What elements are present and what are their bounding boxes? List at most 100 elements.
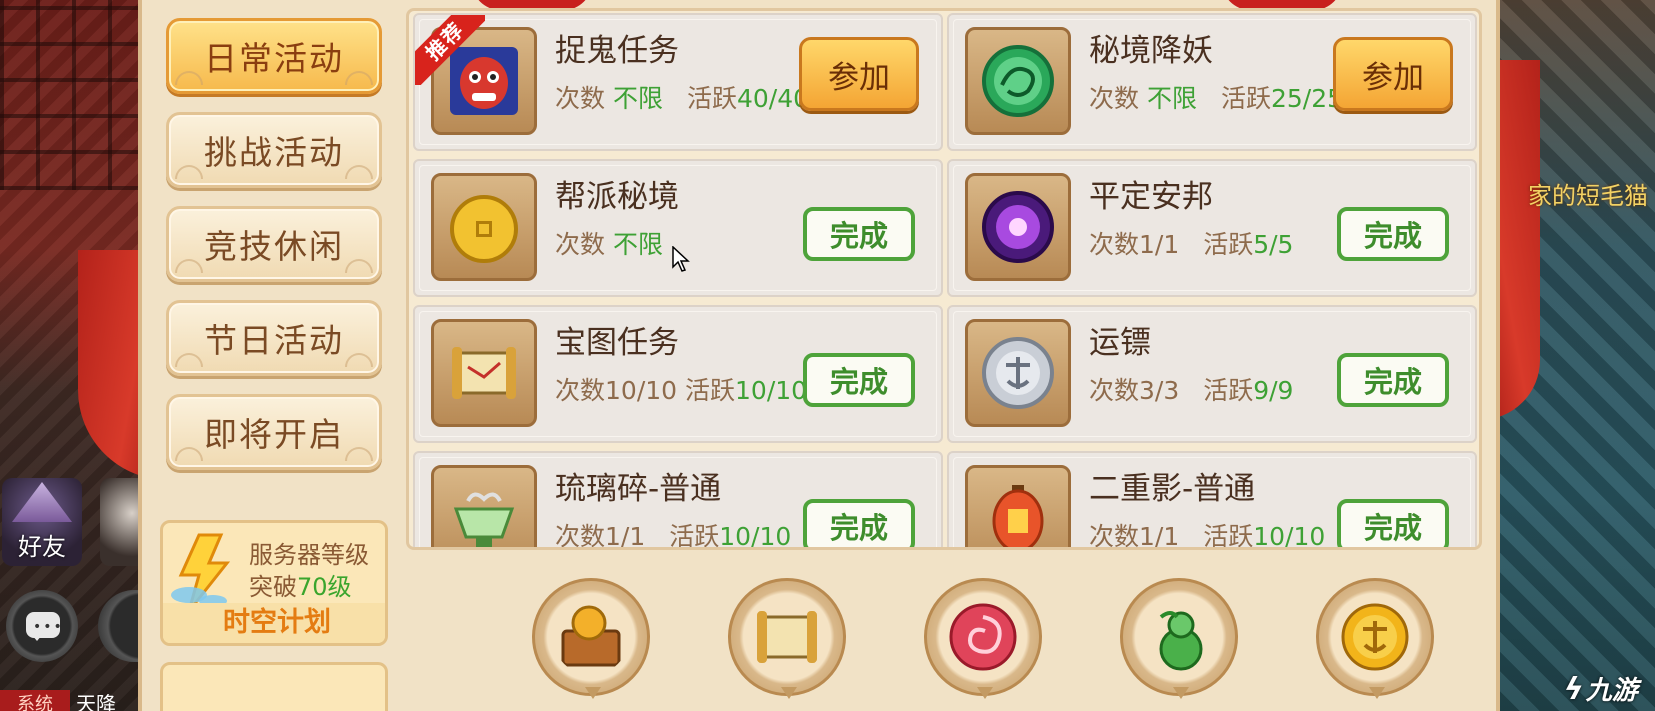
activity-icon-frame [431, 173, 537, 281]
tab-label: 即将开启 [204, 415, 344, 454]
completed-button[interactable]: 完成 [1337, 353, 1449, 407]
activity-card-glaze-shatter[interactable]: 琉璃碎-普通 次数1/1 活跃10/10 完成 [413, 451, 943, 550]
promo-line-1: 服务器等级 [249, 541, 369, 569]
count-value: 1/1 [1139, 230, 1180, 259]
active-value: 10/10 [1253, 522, 1326, 550]
activity-icon-frame [965, 319, 1071, 427]
secondary-promo-card[interactable] [160, 662, 388, 711]
gold-dream-coin-icon [1341, 603, 1409, 671]
completed-button[interactable]: 完成 [803, 499, 915, 547]
activity-stats: 次数 不限 活跃25/25 [1089, 84, 1343, 113]
completed-button[interactable]: 完成 [803, 207, 915, 261]
activity-reward-5[interactable] [1316, 578, 1434, 699]
tab-coming-soon[interactable]: 即将开启 [166, 394, 382, 470]
watermark: ϟ九游 [1564, 672, 1638, 707]
scroll-reward-icon [757, 611, 817, 663]
activity-icon-frame [431, 465, 537, 547]
gourd-icon [1159, 611, 1203, 671]
activity-stats: 次数1/1 活跃5/5 [1089, 230, 1294, 259]
friend-label: 好友 [18, 533, 66, 561]
tab-challenge-activity[interactable]: 挑战活动 [166, 112, 382, 188]
activity-title: 琉璃碎-普通 [555, 471, 722, 507]
activity-stats: 次数 不限 [555, 230, 663, 259]
join-button[interactable]: 参加 [1333, 37, 1453, 111]
count-value: 1/1 [1139, 522, 1180, 550]
mouse-cursor-icon [672, 246, 690, 272]
glass-bowl-icon [453, 492, 515, 547]
friend-button[interactable]: 好友 [2, 478, 82, 566]
activity-icon-frame [965, 173, 1071, 281]
gold-coin-icon [450, 195, 518, 263]
activity-icon-frame [431, 319, 537, 427]
count-value: 不限 [612, 230, 663, 259]
activity-icon-frame [965, 27, 1071, 135]
activity-reward-2[interactable] [728, 578, 846, 699]
count-value: 不限 [612, 84, 663, 113]
tab-label: 节日活动 [204, 321, 344, 360]
activity-title: 平定安邦 [1089, 179, 1213, 215]
activity-title: 秘境降妖 [1089, 33, 1213, 69]
active-value: 5/5 [1253, 230, 1294, 259]
activity-title: 捉鬼任务 [555, 33, 679, 69]
activity-title: 运镖 [1089, 325, 1151, 361]
activity-card-catch-ghost[interactable]: 捉鬼任务 次数 不限 活跃40/40 参加 推荐 [413, 13, 943, 151]
count-value: 不限 [1146, 84, 1197, 113]
server-level-value: 70级 [297, 573, 352, 601]
spiral-orb-icon [949, 603, 1017, 671]
activity-stats: 次数1/1 活跃10/10 [1089, 522, 1326, 550]
lightning-bolt-icon [171, 533, 231, 612]
count-value: 1/1 [605, 522, 646, 550]
world-player-name: 家的短毛猫 [1528, 182, 1648, 210]
silver-coin-icon [982, 337, 1054, 409]
completed-button[interactable]: 完成 [1337, 207, 1449, 261]
active-value: 10/10 [735, 376, 808, 405]
activity-stats: 次数10/10 活跃10/10 [555, 376, 808, 405]
treasure-chest-icon [561, 605, 621, 667]
activity-panel: 日常活动 挑战活动 竞技休闲 节日活动 即将开启 服务器等级 突破70级 时空计… [138, 0, 1500, 711]
recommended-ribbon: 推荐 [415, 15, 485, 85]
activity-reward-3[interactable] [924, 578, 1042, 699]
active-value: 9/9 [1253, 376, 1294, 405]
tab-daily-activity[interactable]: 日常活动 [166, 18, 382, 94]
promo-line-2: 突破70级 [249, 573, 352, 601]
activity-title: 二重影-普通 [1089, 471, 1256, 507]
promo-plan-title: 时空计划 [163, 603, 385, 643]
activity-title: 宝图任务 [555, 325, 679, 361]
tab-competitive-leisure[interactable]: 竞技休闲 [166, 206, 382, 282]
avatar-hat-icon [12, 482, 72, 522]
jade-dragon-icon [982, 45, 1054, 117]
activity-card-secret-realm[interactable]: 秘境降妖 次数 不限 活跃25/25 参加 [947, 13, 1477, 151]
system-channel-tag: 系统 [0, 690, 70, 711]
activity-card-pacify[interactable]: 平定安邦 次数1/1 活跃5/5 完成 [947, 159, 1477, 297]
server-level-promo[interactable]: 服务器等级 突破70级 时空计划 [160, 520, 388, 646]
activity-stats: 次数 不限 活跃40/40 [555, 84, 809, 113]
activity-icon-frame [965, 465, 1071, 547]
purple-orb-icon [982, 191, 1054, 263]
activity-reward-4[interactable] [1120, 578, 1238, 699]
tab-festival-activity[interactable]: 节日活动 [166, 300, 382, 376]
treasure-scroll-icon [452, 347, 516, 399]
activity-card-guild-realm[interactable]: 帮派秘境 次数 不限 完成 [413, 159, 943, 297]
activity-card-escort[interactable]: 运镖 次数3/3 活跃9/9 完成 [947, 305, 1477, 443]
completed-button[interactable]: 完成 [1337, 499, 1449, 547]
chat-button[interactable]: ••• [6, 590, 78, 662]
activity-stats: 次数3/3 活跃9/9 [1089, 376, 1294, 405]
master-button[interactable] [100, 478, 140, 566]
completed-button[interactable]: 完成 [803, 353, 915, 407]
jiuyou-logo-icon: ϟ [1564, 672, 1584, 707]
activity-title: 帮派秘境 [555, 179, 679, 215]
lantern-icon [992, 485, 1044, 547]
tab-label: 日常活动 [204, 39, 344, 78]
window-lattice [0, 0, 150, 190]
system-message: 天降 [76, 692, 116, 711]
activity-card-treasure-map[interactable]: 宝图任务 次数10/10 活跃10/10 完成 [413, 305, 943, 443]
count-value: 10/10 [605, 376, 678, 405]
tab-label: 竞技休闲 [204, 227, 344, 266]
activity-card-double-shadow[interactable]: 二重影-普通 次数1/1 活跃10/10 完成 [947, 451, 1477, 550]
count-value: 3/3 [1139, 376, 1180, 405]
activity-list[interactable]: 捉鬼任务 次数 不限 活跃40/40 参加 推荐 秘境降妖 次数 不限 活跃25… [406, 8, 1482, 550]
activity-reward-1[interactable] [532, 578, 650, 699]
tab-label: 挑战活动 [204, 133, 344, 172]
active-value: 10/10 [719, 522, 792, 550]
join-button[interactable]: 参加 [799, 37, 919, 111]
